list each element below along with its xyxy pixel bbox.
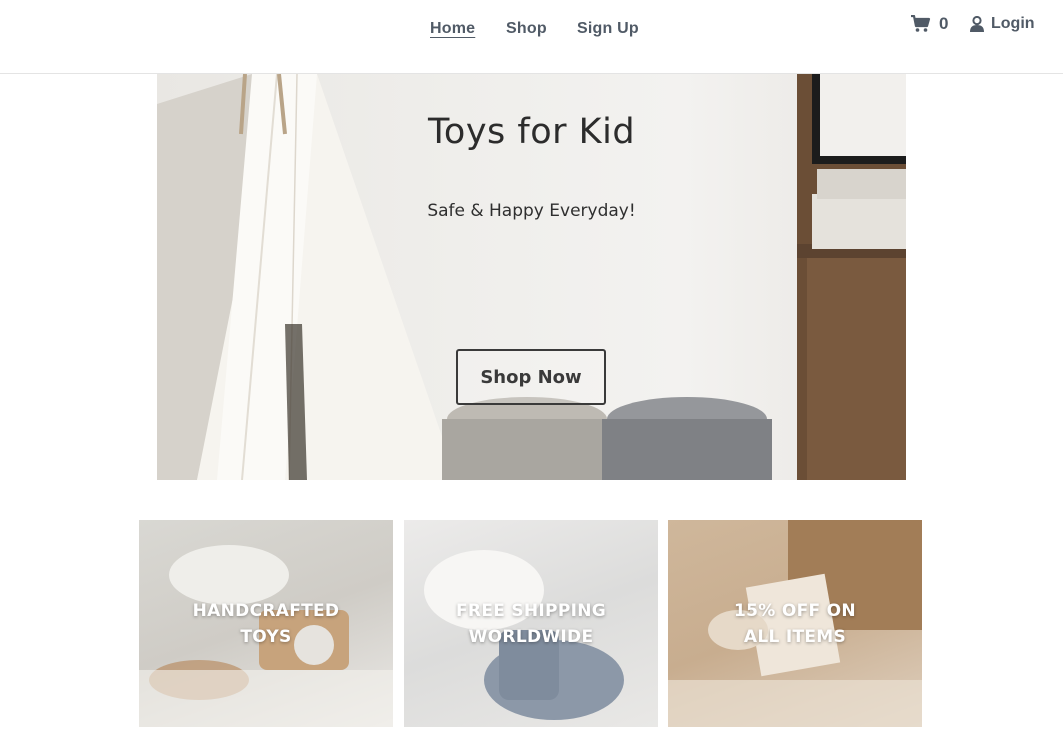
- user-icon: [970, 16, 984, 32]
- feature-label-shipping: FREE SHIPPING WORLDWIDE: [404, 520, 658, 727]
- feature-line: TOYS: [240, 626, 292, 647]
- cart-count: 0: [939, 14, 949, 33]
- feature-label-handcrafted: HANDCRAFTED TOYS: [139, 520, 393, 727]
- shop-now-button[interactable]: Shop Now: [456, 349, 606, 405]
- cart-button[interactable]: 0: [911, 14, 948, 34]
- nav-home-link[interactable]: Home: [430, 20, 475, 38]
- hero-subtitle: Safe & Happy Everyday!: [427, 201, 636, 221]
- feature-line: HANDCRAFTED: [192, 600, 340, 621]
- nav-signup-link[interactable]: Sign Up: [577, 20, 639, 38]
- feature-tile-shipping[interactable]: FREE SHIPPING WORLDWIDE: [404, 520, 658, 727]
- feature-line: FREE SHIPPING: [456, 600, 606, 621]
- feature-line: 15% OFF ON: [734, 600, 856, 621]
- nav-shop-link[interactable]: Shop: [506, 20, 547, 38]
- login-button[interactable]: Login: [969, 15, 1035, 33]
- feature-tile-handcrafted[interactable]: HANDCRAFTED TOYS: [139, 520, 393, 727]
- shopping-cart-icon: [911, 15, 931, 32]
- feature-line: ALL ITEMS: [743, 626, 847, 647]
- hero-banner: Toys for Kid Safe & Happy Everyday! Shop…: [157, 74, 906, 480]
- feature-label-discount: 15% OFF ON ALL ITEMS: [668, 520, 922, 727]
- feature-line: WORLDWIDE: [468, 626, 594, 647]
- site-header: Home Shop Sign Up 0 Login: [0, 0, 1063, 74]
- feature-tile-discount[interactable]: 15% OFF ON ALL ITEMS: [668, 520, 922, 727]
- login-label: Login: [991, 15, 1035, 32]
- hero-title: Toys for Kid: [427, 112, 636, 152]
